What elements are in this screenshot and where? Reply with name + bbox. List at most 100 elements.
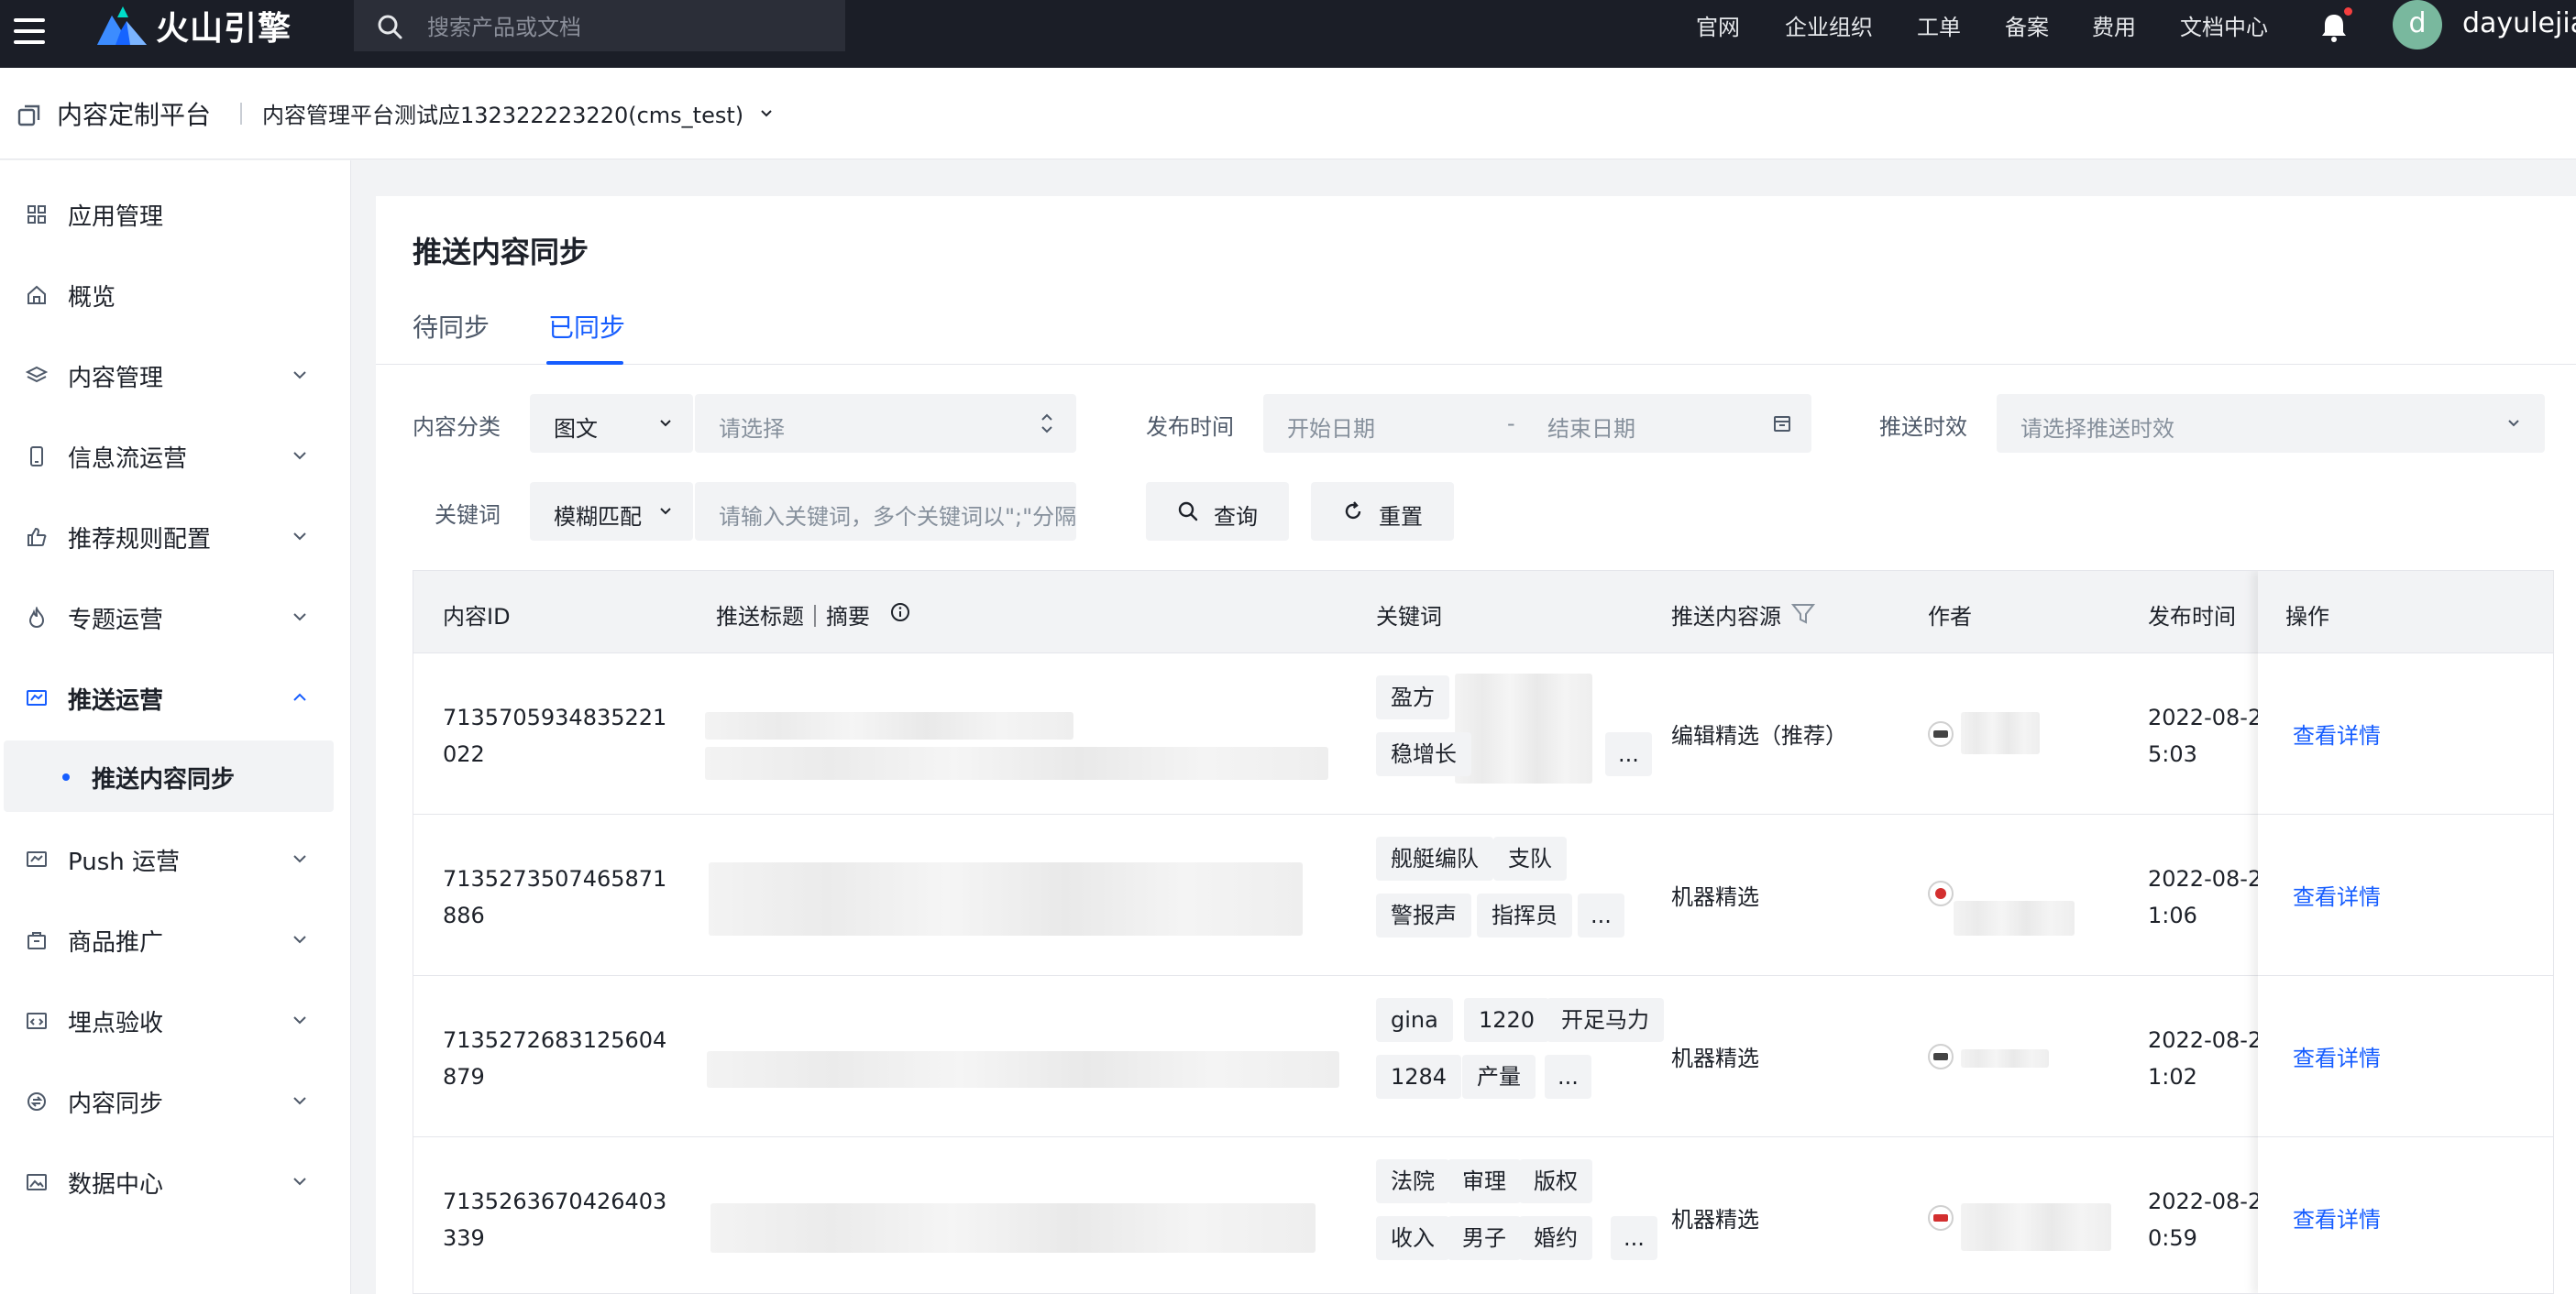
sidebar-item-label: 内容同步 [68,1091,164,1118]
push-source: 机器精选 [1671,1046,1759,1071]
brand-name: 火山引擎 [156,10,292,48]
user-avatar[interactable]: d [2393,0,2442,49]
more-tags[interactable]: ... [1605,732,1652,776]
category-value: 图文 [554,416,598,442]
sidebar-item-overview[interactable]: 概览 [0,262,351,326]
view-details-link[interactable]: 查看详情 [2293,718,2381,750]
blurred-author [1954,901,2075,936]
view-details-link[interactable]: 查看详情 [2293,1201,2381,1234]
nav-billing[interactable]: 费用 [2092,9,2136,41]
blurred-keywords [1455,674,1592,784]
nav-tickets[interactable]: 工单 [1917,9,1961,41]
sidebar-item-feed-operations[interactable]: 信息流运营 [0,423,351,488]
view-details-link[interactable]: 查看详情 [2293,1040,2381,1072]
app-selector[interactable]: 内容管理平台测试应132322223220(cms_test) [262,97,773,129]
sidebar-item-label: 埋点验收 [68,1010,164,1037]
reset-button[interactable]: 重置 [1311,482,1454,541]
match-mode-select[interactable]: 模糊匹配 [530,482,693,541]
content-id: 7135273507465871886 [443,866,667,928]
image-icon [27,1174,47,1190]
search-icon [1178,501,1198,521]
chevron-down-icon [293,613,306,621]
more-tags[interactable]: ... [1611,1216,1657,1260]
keyword-tag: 1220 [1464,998,1550,1042]
username[interactable]: dayulejia [2462,7,2576,39]
blurred-author [1961,712,2040,754]
filter-icon[interactable] [1790,600,1816,626]
keyword-tag: 审理 [1448,1159,1521,1203]
publish-date: 2022-08-2 [2148,1027,2262,1053]
content-id: 7135705934835221022 [443,705,667,767]
publish-time-label: 发布时间 [1146,414,1234,440]
sidebar-subitem-label: 推送内容同步 [92,766,236,794]
query-button-label: 查询 [1214,504,1258,530]
chevron-up-icon [293,693,306,701]
nav-organization[interactable]: 企业组织 [1785,9,1873,41]
column-header-source: 推送内容源 [1671,604,1781,630]
sidebar-item-topic-operations[interactable]: 专题运营 [0,585,351,649]
sidebar-item-content-management[interactable]: 内容管理 [0,343,351,407]
keyword-tag: 舰艇编队 [1376,837,1493,881]
platform-header: 内容定制平台 内容管理平台测试应132322223220(cms_test) [0,68,2576,159]
chevron-updown-icon [1041,413,1052,433]
sidebar-item-app-management[interactable]: 应用管理 [0,181,351,246]
sidebar-item-product-promotion[interactable]: 商品推广 [0,907,351,971]
sidebar-item-push[interactable]: Push 运营 [0,827,351,891]
blurred-title [705,712,1073,740]
operations-cell: 查看详情 [2258,1137,2553,1293]
timeliness-select[interactable]: 请选择推送时效 [1997,394,2545,453]
nav-filing[interactable]: 备案 [2005,9,2049,41]
sidebar-item-push-operations[interactable]: 推送运营 [0,665,351,729]
sidebar-item-label: 推送运营 [68,687,164,715]
publish-clock: 5:03 [2148,741,2197,767]
table-header: 内容ID 推送标题｜摘要 关键词 推送内容源 作者 发布时间 [413,571,2553,653]
home-icon [28,285,46,304]
author-avatar [1928,1044,1954,1069]
nav-docs[interactable]: 文档中心 [2180,9,2268,41]
more-tags[interactable]: ... [1545,1055,1591,1099]
chevron-down-icon [761,110,772,117]
content-id: 7135263670426403339 [443,1189,667,1251]
window-stack-icon [17,104,40,126]
sidebar-item-data-center[interactable]: 数据中心 [0,1149,351,1213]
sidebar-item-content-sync[interactable]: 内容同步 [0,1069,351,1133]
publish-clock: 1:02 [2148,1064,2197,1090]
more-tags[interactable]: ... [1578,894,1624,938]
table-row: 7135263670426403339 法院 审理 版权 收入 男子 婚约 ..… [413,1137,2553,1293]
push-source: 机器精选 [1671,884,1759,910]
menu-icon[interactable] [12,11,47,55]
category-sub-select[interactable]: 请选择 [695,394,1076,453]
info-icon[interactable] [890,602,910,622]
category-select[interactable]: 图文 [530,394,693,453]
brand-logo[interactable]: 火山引擎 [97,2,292,49]
blurred-author [1961,1049,2049,1068]
keyword-tag: 警报声 [1376,894,1471,938]
keyword-tag: 男子 [1448,1216,1521,1260]
global-search[interactable]: 搜索产品或文档 [354,0,845,51]
publish-clock: 0:59 [2148,1225,2197,1251]
operations-column: 操作 查看详情 查看详情 查看详情 查看详情 [2258,571,2553,1293]
publish-date: 2022-08-2 [2148,866,2262,892]
query-button[interactable]: 查询 [1146,482,1289,541]
sidebar-item-tracking-acceptance[interactable]: 埋点验收 [0,988,351,1052]
tab-pending-sync[interactable]: 待同步 [413,308,490,345]
sidebar-subitem-push-content-sync[interactable]: 推送内容同步 [4,740,334,812]
publish-date-range[interactable]: 开始日期 - 结束日期 [1263,394,1811,453]
app-selector-value: 内容管理平台测试应132322223220(cms_test) [262,103,744,128]
category-label: 内容分类 [413,414,501,440]
nav-official-site[interactable]: 官网 [1696,9,1740,41]
thumb-up-icon [28,527,47,546]
active-dot [62,773,70,781]
operations-cell: 查看详情 [2258,653,2553,815]
view-details-link[interactable]: 查看详情 [2293,879,2381,911]
match-mode-value: 模糊匹配 [554,504,642,530]
keyword-tag: 支队 [1493,837,1567,881]
tab-synced[interactable]: 已同步 [548,308,625,345]
keyword-input[interactable]: 请输入关键词，多个关键词以";"分隔 [695,482,1076,541]
chevron-down-icon [2508,420,2519,427]
keyword-tag: 法院 [1376,1159,1449,1203]
publish-time: 2022-08-2 1:02 [2148,1022,2276,1095]
push-icon [27,851,47,867]
sidebar-item-recommend-rules[interactable]: 推荐规则配置 [0,504,351,568]
keyword-label: 关键词 [435,502,501,528]
